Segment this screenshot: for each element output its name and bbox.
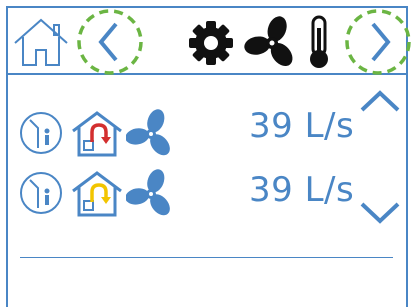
home-icon[interactable] <box>12 16 70 70</box>
house-recirculation-icon <box>72 111 122 157</box>
scroll-up-icon[interactable] <box>358 88 402 114</box>
scroll-down-icon[interactable] <box>358 200 402 226</box>
content-divider <box>20 257 393 258</box>
thermometer-icon[interactable] <box>305 14 333 70</box>
airflow-value: 39 L/s <box>249 170 355 210</box>
chevron-right-icon[interactable] <box>342 8 414 76</box>
gear-icon[interactable] <box>186 18 236 68</box>
chevron-left-icon[interactable] <box>74 8 146 76</box>
person-in-room-icon <box>20 112 62 154</box>
fan-icon <box>126 169 170 216</box>
fan-icon[interactable] <box>244 15 300 71</box>
person-in-room-icon <box>20 172 62 214</box>
fan-icon <box>126 109 170 156</box>
house-bypass-icon <box>72 171 122 217</box>
airflow-value: 39 L/s <box>249 106 355 146</box>
